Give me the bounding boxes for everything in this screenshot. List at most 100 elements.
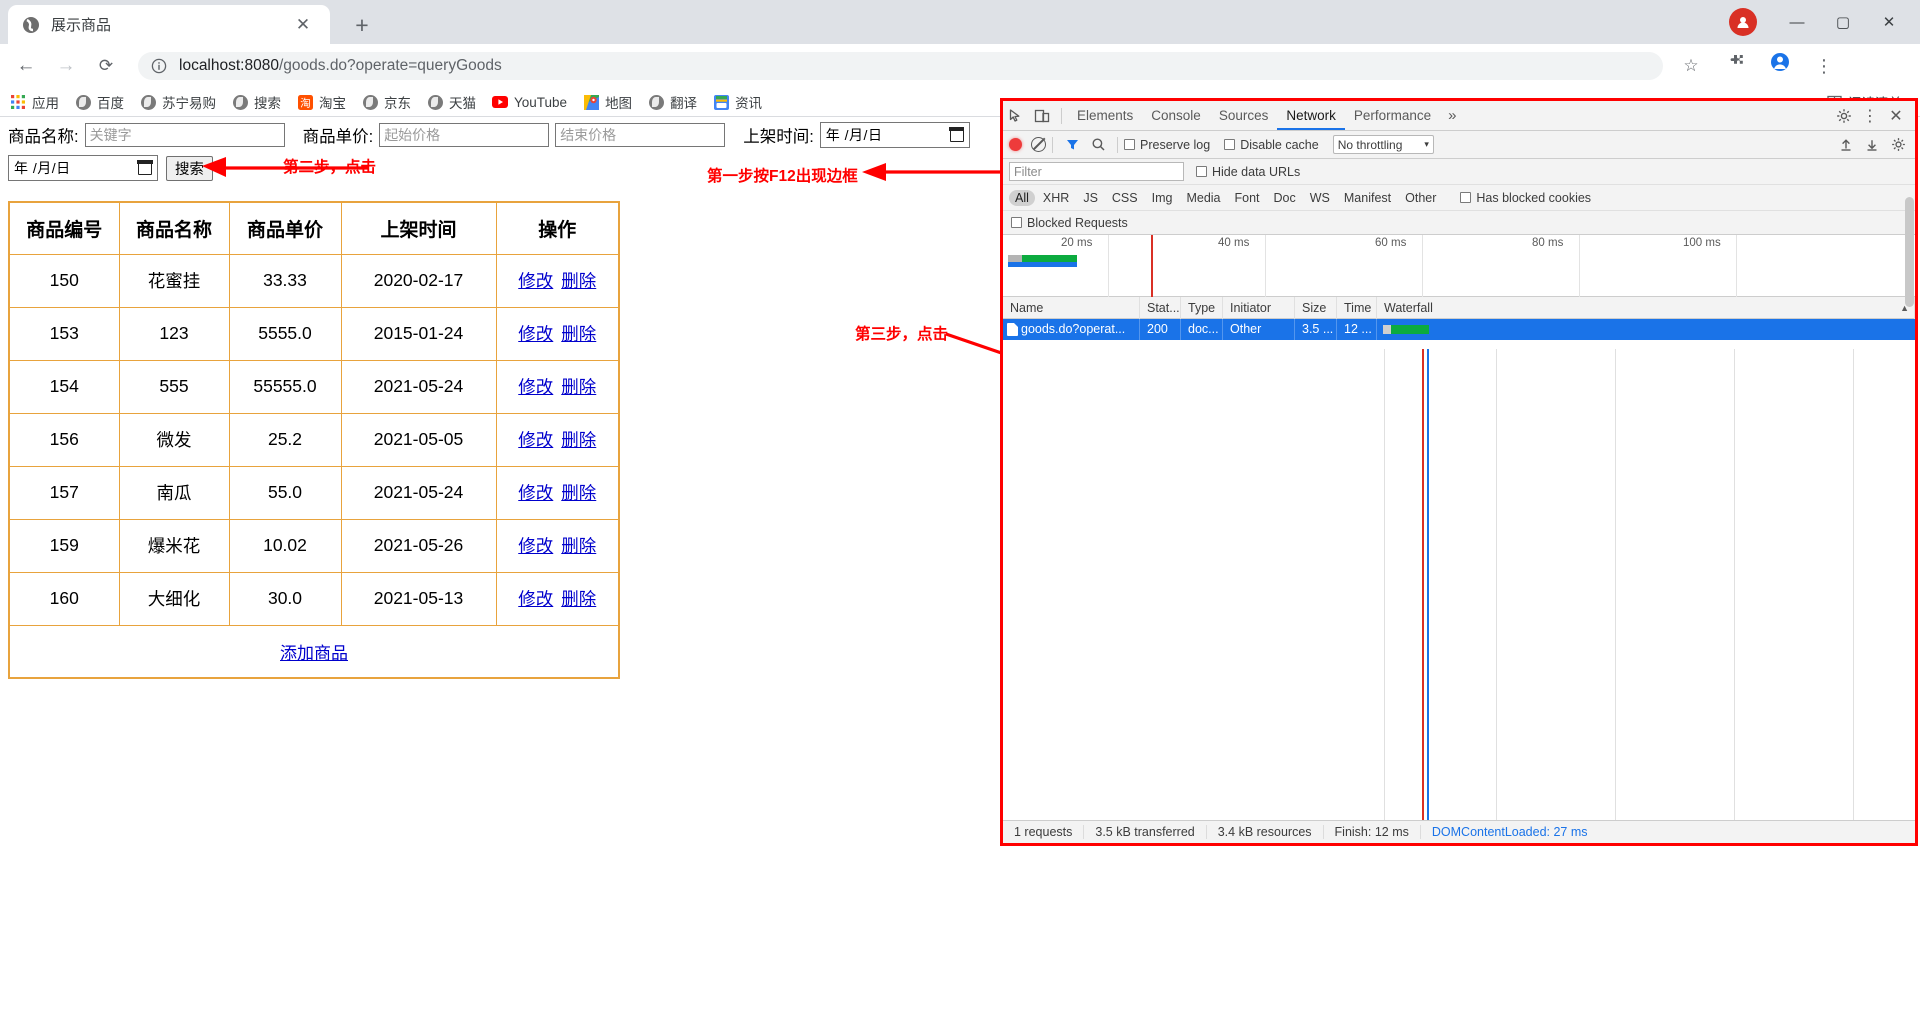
filter-funnel-icon[interactable] — [1059, 132, 1085, 158]
price-start-input[interactable] — [379, 123, 550, 147]
maximize-button[interactable]: ▢ — [1820, 0, 1866, 44]
hide-data-urls-checkbox[interactable] — [1196, 166, 1207, 177]
address-bar[interactable]: localhost:8080/goods.do?operate=queryGoo… — [138, 52, 1663, 80]
product-name-input[interactable] — [84, 123, 285, 147]
tab-close-icon[interactable]: ✕ — [294, 16, 312, 34]
type-filter-xhr[interactable]: XHR — [1037, 190, 1075, 206]
preserve-log-checkbox[interactable] — [1124, 139, 1135, 150]
edit-link[interactable]: 修改 — [518, 589, 553, 609]
back-icon[interactable]: ← — [12, 52, 40, 80]
device-toolbar-icon[interactable] — [1029, 103, 1055, 129]
profile-icon[interactable] — [1766, 52, 1794, 80]
tab-performance[interactable]: Performance — [1345, 101, 1440, 130]
price-end-input[interactable] — [555, 123, 726, 147]
forward-icon[interactable]: → — [52, 52, 80, 80]
divider — [1061, 107, 1062, 124]
delete-link[interactable]: 删除 — [561, 430, 596, 450]
chrome-menu-icon[interactable]: ⋮ — [1810, 52, 1838, 80]
bookmark-search[interactable]: 搜索 — [226, 90, 287, 114]
edit-link[interactable]: 修改 — [518, 483, 553, 503]
type-filter-doc[interactable]: Doc — [1268, 190, 1302, 206]
disable-cache-checkbox[interactable] — [1224, 139, 1236, 150]
bookmark-news[interactable]: 资讯 — [707, 90, 768, 114]
type-filter-font[interactable]: Font — [1229, 190, 1266, 206]
edit-link[interactable]: 修改 — [518, 536, 553, 556]
edit-link[interactable]: 修改 — [518, 377, 553, 397]
type-filter-ws[interactable]: WS — [1304, 190, 1336, 206]
tab-elements[interactable]: Elements — [1068, 101, 1142, 130]
close-window-button[interactable]: ✕ — [1866, 0, 1912, 44]
more-panels-icon[interactable]: » — [1440, 107, 1464, 124]
column-name[interactable]: Name — [1003, 296, 1140, 319]
column-size[interactable]: Size — [1295, 296, 1337, 319]
tab-console[interactable]: Console — [1142, 101, 1210, 130]
delete-link[interactable]: 删除 — [561, 377, 596, 397]
bookmark-baidu[interactable]: 百度 — [69, 90, 130, 114]
bookmark-taobao[interactable]: 淘 淘宝 — [291, 90, 352, 114]
column-status[interactable]: Stat... — [1140, 296, 1181, 319]
type-filter-css[interactable]: CSS — [1106, 190, 1144, 206]
blocked-requests-checkbox[interactable] — [1011, 217, 1022, 228]
has-blocked-cookies-checkbox[interactable] — [1460, 192, 1472, 203]
new-tab-button[interactable]: + — [348, 12, 376, 40]
network-request-row[interactable]: goods.do?operat... 200 doc... Other 3.5 … — [1003, 319, 1915, 340]
bookmark-jd[interactable]: 京东 — [356, 90, 417, 114]
column-initiator[interactable]: Initiator — [1223, 296, 1295, 319]
edit-link[interactable]: 修改 — [518, 324, 553, 344]
type-filter-js[interactable]: JS — [1077, 190, 1104, 206]
column-time[interactable]: Time — [1337, 296, 1377, 319]
type-filter-img[interactable]: Img — [1146, 190, 1179, 206]
tab-network[interactable]: Network — [1277, 101, 1345, 130]
network-settings-gear-icon[interactable] — [1885, 132, 1911, 158]
delete-link[interactable]: 删除 — [561, 536, 596, 556]
throttling-select[interactable]: No throttling ▾ — [1332, 135, 1434, 154]
devtools-close-icon[interactable]: ✕ — [1883, 103, 1909, 129]
search-button[interactable]: 搜索 — [166, 155, 213, 181]
filter-input[interactable] — [1009, 162, 1184, 181]
tab-sources[interactable]: Sources — [1210, 101, 1278, 130]
bookmark-maps[interactable]: 地图 — [577, 90, 638, 114]
info-circle-icon[interactable] — [151, 58, 167, 74]
export-har-icon[interactable] — [1859, 132, 1885, 158]
bookmark-tmall[interactable]: 天猫 — [421, 90, 482, 114]
clear-icon[interactable] — [1031, 137, 1046, 152]
network-overview[interactable]: 20 ms 40 ms 60 ms 80 ms 100 ms — [1003, 235, 1915, 297]
delete-link[interactable]: 删除 — [561, 324, 596, 344]
date-end-input[interactable]: 年 /月/日 — [8, 155, 158, 181]
delete-link[interactable]: 删除 — [561, 271, 596, 291]
edit-link[interactable]: 修改 — [518, 430, 553, 450]
import-har-icon[interactable] — [1833, 132, 1859, 158]
bookmark-suning[interactable]: 苏宁易购 — [134, 90, 222, 114]
puzzle-icon[interactable] — [1722, 52, 1750, 80]
type-filter-manifest[interactable]: Manifest — [1338, 190, 1397, 206]
edit-link[interactable]: 修改 — [518, 271, 553, 291]
delete-link[interactable]: 删除 — [561, 589, 596, 609]
search-icon[interactable] — [1085, 132, 1111, 158]
type-filter-all[interactable]: All — [1009, 189, 1035, 206]
bookmark-youtube[interactable]: YouTube — [486, 90, 573, 114]
profile-badge-icon[interactable] — [1729, 8, 1757, 36]
browser-tab[interactable]: 展示商品 ✕ — [8, 5, 330, 44]
calendar-icon[interactable] — [949, 127, 965, 142]
record-icon[interactable] — [1009, 138, 1022, 151]
reload-icon[interactable]: ⟳ — [92, 52, 120, 80]
inspect-element-icon[interactable] — [1003, 103, 1029, 129]
column-type[interactable]: Type — [1181, 296, 1223, 319]
type-filter-other[interactable]: Other — [1399, 190, 1442, 206]
type-filter-media[interactable]: Media — [1180, 190, 1226, 206]
delete-link[interactable]: 删除 — [561, 483, 596, 503]
date-start-input[interactable]: 年 /月/日 — [819, 122, 970, 148]
gear-icon[interactable] — [1831, 103, 1857, 129]
bookmark-translate[interactable]: 翻译 — [642, 90, 703, 114]
devtools-kebab-icon[interactable]: ⋮ — [1857, 103, 1883, 129]
minimize-button[interactable]: — — [1774, 0, 1820, 44]
devtools-scrollbar[interactable] — [1905, 197, 1914, 307]
add-goods-link[interactable]: 添加商品 — [280, 644, 348, 663]
cell-date: 2021-05-05 — [340, 412, 497, 467]
bookmark-star-icon[interactable]: ☆ — [1677, 52, 1705, 80]
calendar-icon[interactable] — [137, 160, 153, 175]
table-row: 154 555 55555.0 2021-05-24 修改 删除 — [8, 359, 620, 414]
bookmark-apps[interactable]: 应用 — [4, 90, 65, 114]
request-name-cell[interactable]: goods.do?operat... — [1003, 319, 1140, 340]
column-waterfall[interactable]: Waterfall — [1377, 296, 1915, 319]
